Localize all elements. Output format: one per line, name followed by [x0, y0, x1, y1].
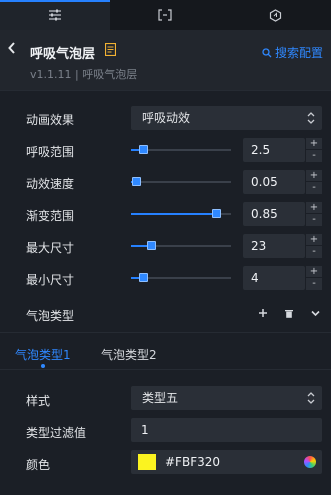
- hexagon-refresh-icon: [270, 8, 282, 22]
- chevron-down-icon[interactable]: [311, 310, 320, 317]
- select-arrows-icon: [307, 392, 315, 404]
- tab-advanced[interactable]: [221, 0, 331, 30]
- color-picker-field[interactable]: #FBF320: [131, 450, 322, 474]
- tab-bubble-type-2[interactable]: 气泡类型2: [101, 346, 157, 363]
- animation-effect-value: 呼吸动效: [142, 111, 191, 125]
- min-size-input[interactable]: 4: [243, 266, 305, 290]
- back-button[interactable]: [7, 41, 21, 57]
- delete-icon[interactable]: [285, 309, 293, 318]
- gradient-range-input[interactable]: 0.85: [243, 202, 305, 226]
- bracket-interaction-icon: [158, 9, 173, 21]
- slider-thumb[interactable]: [132, 177, 141, 186]
- select-arrows-icon: [307, 112, 315, 124]
- sliders-icon: [49, 9, 62, 21]
- search-config-label: 搜索配置: [274, 46, 323, 60]
- divider: [0, 332, 331, 333]
- divider: [0, 90, 331, 91]
- page-title: 呼吸气泡层: [30, 47, 96, 62]
- anim-speed-stepper[interactable]: + -: [305, 170, 322, 194]
- top-tab-bar: [0, 0, 331, 30]
- max-size-slider[interactable]: [131, 240, 231, 252]
- slider-thumb[interactable]: [139, 273, 148, 282]
- tab-label: 气泡类型2: [101, 348, 157, 362]
- style-select[interactable]: 类型五: [131, 386, 322, 410]
- document-edit-icon[interactable]: [105, 43, 116, 56]
- style-label: 样式: [26, 394, 51, 408]
- decrement-button[interactable]: -: [306, 214, 322, 226]
- type-filter-input[interactable]: 1: [131, 418, 322, 442]
- increment-button[interactable]: +: [306, 266, 322, 278]
- breath-range-stepper[interactable]: + -: [305, 138, 322, 162]
- bubble-type-actions: [258, 308, 323, 320]
- slider-thumb[interactable]: [212, 209, 221, 218]
- style-value: 类型五: [142, 391, 179, 405]
- type-filter-label: 类型过滤值: [26, 426, 87, 440]
- color-label: 颜色: [26, 458, 51, 472]
- anim-speed-label: 动效速度: [26, 177, 75, 191]
- increment-button[interactable]: +: [306, 202, 322, 214]
- min-size-slider[interactable]: [131, 272, 231, 284]
- tab-bubble-type-1[interactable]: 气泡类型1: [15, 346, 71, 368]
- increment-button[interactable]: +: [306, 234, 322, 246]
- component-header: 呼吸气泡层 搜索配置 v1.1.11 | 呼吸气泡层: [0, 30, 331, 90]
- color-swatch[interactable]: [138, 454, 156, 470]
- max-size-input[interactable]: 23: [243, 234, 305, 258]
- min-size-label: 最小尺寸: [26, 273, 75, 287]
- min-size-stepper[interactable]: + -: [305, 266, 322, 290]
- gradient-range-stepper[interactable]: + -: [305, 202, 322, 226]
- slider-thumb[interactable]: [147, 241, 156, 250]
- anim-speed-input[interactable]: 0.05: [243, 170, 305, 194]
- increment-button[interactable]: +: [306, 170, 322, 182]
- color-value: #FBF320: [165, 455, 220, 469]
- divider: [0, 369, 331, 370]
- chevron-left-icon: [8, 42, 15, 54]
- max-size-label: 最大尺寸: [26, 241, 75, 255]
- gradient-range-label: 渐变范围: [26, 209, 75, 223]
- decrement-button[interactable]: -: [306, 246, 322, 258]
- breath-range-slider[interactable]: [131, 144, 231, 156]
- tab-interaction[interactable]: [110, 0, 220, 30]
- color-wheel-icon[interactable]: [304, 456, 316, 468]
- slider-thumb[interactable]: [139, 145, 148, 154]
- bubble-type-label: 气泡类型: [26, 309, 75, 323]
- tab-label: 气泡类型1: [15, 348, 71, 362]
- animation-effect-select[interactable]: 呼吸动效: [131, 106, 322, 130]
- settings-panel: 动画效果 呼吸动效 呼吸范围 2.5 + - 动效速度 0.05 + - 渐变范…: [0, 90, 331, 495]
- gradient-range-slider[interactable]: [131, 208, 231, 220]
- version-subtitle: v1.1.11 | 呼吸气泡层: [30, 68, 138, 81]
- search-config-link[interactable]: 搜索配置: [262, 44, 323, 61]
- increment-button[interactable]: +: [306, 138, 322, 150]
- breath-range-input[interactable]: 2.5: [243, 138, 305, 162]
- breath-range-label: 呼吸范围: [26, 145, 75, 159]
- decrement-button[interactable]: -: [306, 182, 322, 194]
- search-icon: [262, 47, 272, 57]
- anim-speed-slider[interactable]: [131, 176, 231, 188]
- animation-effect-label: 动画效果: [26, 113, 75, 127]
- active-indicator-dot: [40, 364, 45, 368]
- add-icon[interactable]: [258, 308, 268, 318]
- decrement-button[interactable]: -: [306, 150, 322, 162]
- decrement-button[interactable]: -: [306, 278, 322, 290]
- max-size-stepper[interactable]: + -: [305, 234, 322, 258]
- tab-style[interactable]: [0, 0, 111, 30]
